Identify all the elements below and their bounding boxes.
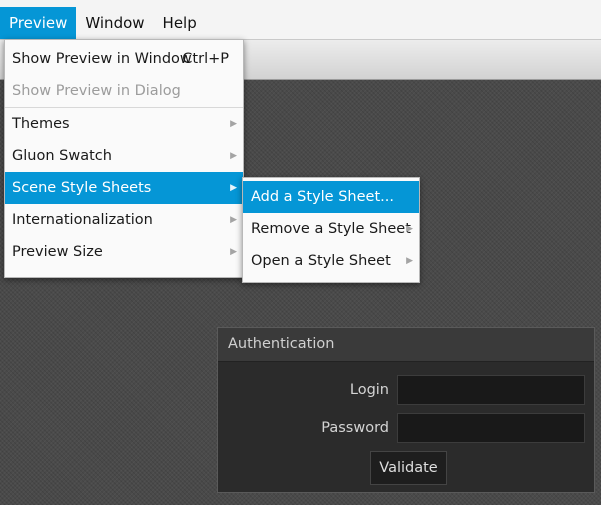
menu-item-themes[interactable]: Themes ▶ [5,108,243,140]
menu-item-label: Internationalization [12,212,153,228]
chevron-right-icon: ▶ [230,119,237,129]
login-label: Login [349,382,389,398]
validate-button[interactable]: Validate [370,451,447,485]
chevron-right-icon: ▶ [230,183,237,193]
menu-item-label: Show Preview in Window [12,51,192,67]
menu-item-label: Preview Size [12,244,103,260]
chevron-right-icon: ▶ [406,256,413,266]
scene-style-sheets-submenu: Add a Style Sheet... Remove a Style Shee… [242,177,420,283]
menu-item-show-preview-in-dialog: Show Preview in Dialog [5,75,243,107]
menu-item-label: Remove a Style Sheet [251,221,411,237]
menu-item-remove-style-sheet[interactable]: Remove a Style Sheet ▶ [243,213,419,245]
menu-bar: Preview Window Help [0,7,601,40]
chevron-right-icon: ▶ [230,215,237,225]
menu-item-label: Scene Style Sheets [12,180,152,196]
password-label: Password [321,420,389,436]
menu-item-label: Themes [12,116,70,132]
accelerator-label: Ctrl+P [182,51,229,67]
menu-help[interactable]: Help [154,7,206,39]
menu-item-internationalization[interactable]: Internationalization ▶ [5,204,243,236]
menu-preview[interactable]: Preview [0,7,77,39]
menu-item-add-style-sheet[interactable]: Add a Style Sheet... [243,181,419,213]
authentication-panel: Authentication Login Password Validate [217,327,595,493]
menu-item-gluon-swatch[interactable]: Gluon Swatch ▶ [5,140,243,172]
menu-item-preview-size[interactable]: Preview Size ▶ [5,236,243,268]
preview-menu-popup: Show Preview in Window Ctrl+P Show Previ… [4,39,244,278]
login-field[interactable] [397,375,585,405]
menu-item-show-preview-in-window[interactable]: Show Preview in Window Ctrl+P [5,43,243,75]
menu-item-scene-style-sheets[interactable]: Scene Style Sheets ▶ [5,172,243,204]
chevron-right-icon: ▶ [230,151,237,161]
authentication-title: Authentication [218,328,594,362]
menu-item-open-style-sheet[interactable]: Open a Style Sheet ▶ [243,245,419,277]
menu-item-label: Add a Style Sheet... [251,189,394,205]
menu-item-label: Show Preview in Dialog [12,83,181,99]
chevron-right-icon: ▶ [406,224,413,234]
window-top-strip [0,0,601,7]
chevron-right-icon: ▶ [230,247,237,257]
menu-item-label: Gluon Swatch [12,148,112,164]
menu-window[interactable]: Window [76,7,153,39]
password-field[interactable] [397,413,585,443]
menu-item-label: Open a Style Sheet [251,253,391,269]
